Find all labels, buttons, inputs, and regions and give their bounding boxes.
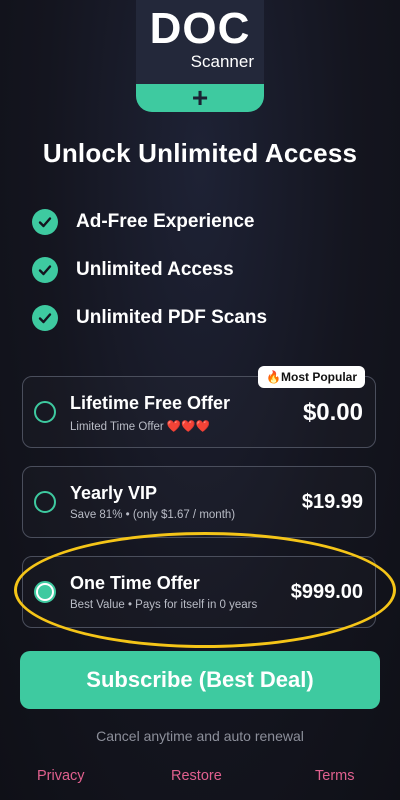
- radio-button[interactable]: [34, 491, 56, 513]
- feature-item: Unlimited PDF Scans: [32, 294, 267, 342]
- radio-button-selected[interactable]: [34, 581, 56, 603]
- feature-item: Unlimited Access: [32, 246, 267, 294]
- plan-title: Lifetime Free Offer: [70, 393, 231, 413]
- plan-subtitle: Limited Time Offer ❤️❤️❤️: [70, 421, 210, 433]
- restore-link[interactable]: Restore: [171, 768, 222, 784]
- plan-option-one-time[interactable]: One Time Offer Best Value • Pays for its…: [22, 556, 376, 628]
- most-popular-badge: 🔥Most Popular: [258, 366, 365, 388]
- privacy-link[interactable]: Privacy: [37, 768, 85, 784]
- plan-subtitle: Save 81% • (only $1.67 / month): [70, 509, 236, 521]
- page-title: Unlock Unlimited Access: [42, 138, 358, 168]
- checkmark-icon: [32, 305, 58, 331]
- plus-icon: +: [191, 82, 209, 112]
- feature-label: Unlimited PDF Scans: [76, 307, 268, 328]
- plan-price: $19.99: [301, 491, 363, 513]
- checkmark-icon: [32, 257, 58, 283]
- plan-subtitle: Best Value • Pays for itself in 0 years: [70, 599, 258, 611]
- feature-list: Ad-Free Experience Unlimited Access Unli…: [32, 198, 267, 342]
- terms-link[interactable]: Terms: [315, 768, 354, 784]
- feature-item: Ad-Free Experience: [32, 198, 267, 246]
- app-logo: DOC Scanner +: [136, 0, 264, 112]
- plan-price: $0.00: [302, 399, 363, 426]
- plan-title: Yearly VIP: [70, 483, 158, 503]
- plan-price: $999.00: [290, 581, 363, 603]
- feature-label: Unlimited Access: [76, 259, 234, 280]
- radio-button[interactable]: [34, 401, 56, 423]
- checkmark-icon: [32, 209, 58, 235]
- plan-title: One Time Offer: [70, 573, 200, 593]
- logo-band: +: [136, 84, 264, 112]
- feature-label: Ad-Free Experience: [76, 211, 255, 232]
- fine-print: Cancel anytime and auto renewal: [96, 728, 304, 744]
- subscribe-button[interactable]: Subscribe (Best Deal): [20, 651, 380, 709]
- plan-option-lifetime[interactable]: 🔥Most Popular Lifetime Free Offer Limite…: [22, 366, 376, 448]
- logo-subtitle: Scanner: [190, 52, 254, 71]
- plan-option-yearly[interactable]: Yearly VIP Save 81% • (only $1.67 / mont…: [22, 466, 376, 538]
- logo-title: DOC: [149, 4, 251, 53]
